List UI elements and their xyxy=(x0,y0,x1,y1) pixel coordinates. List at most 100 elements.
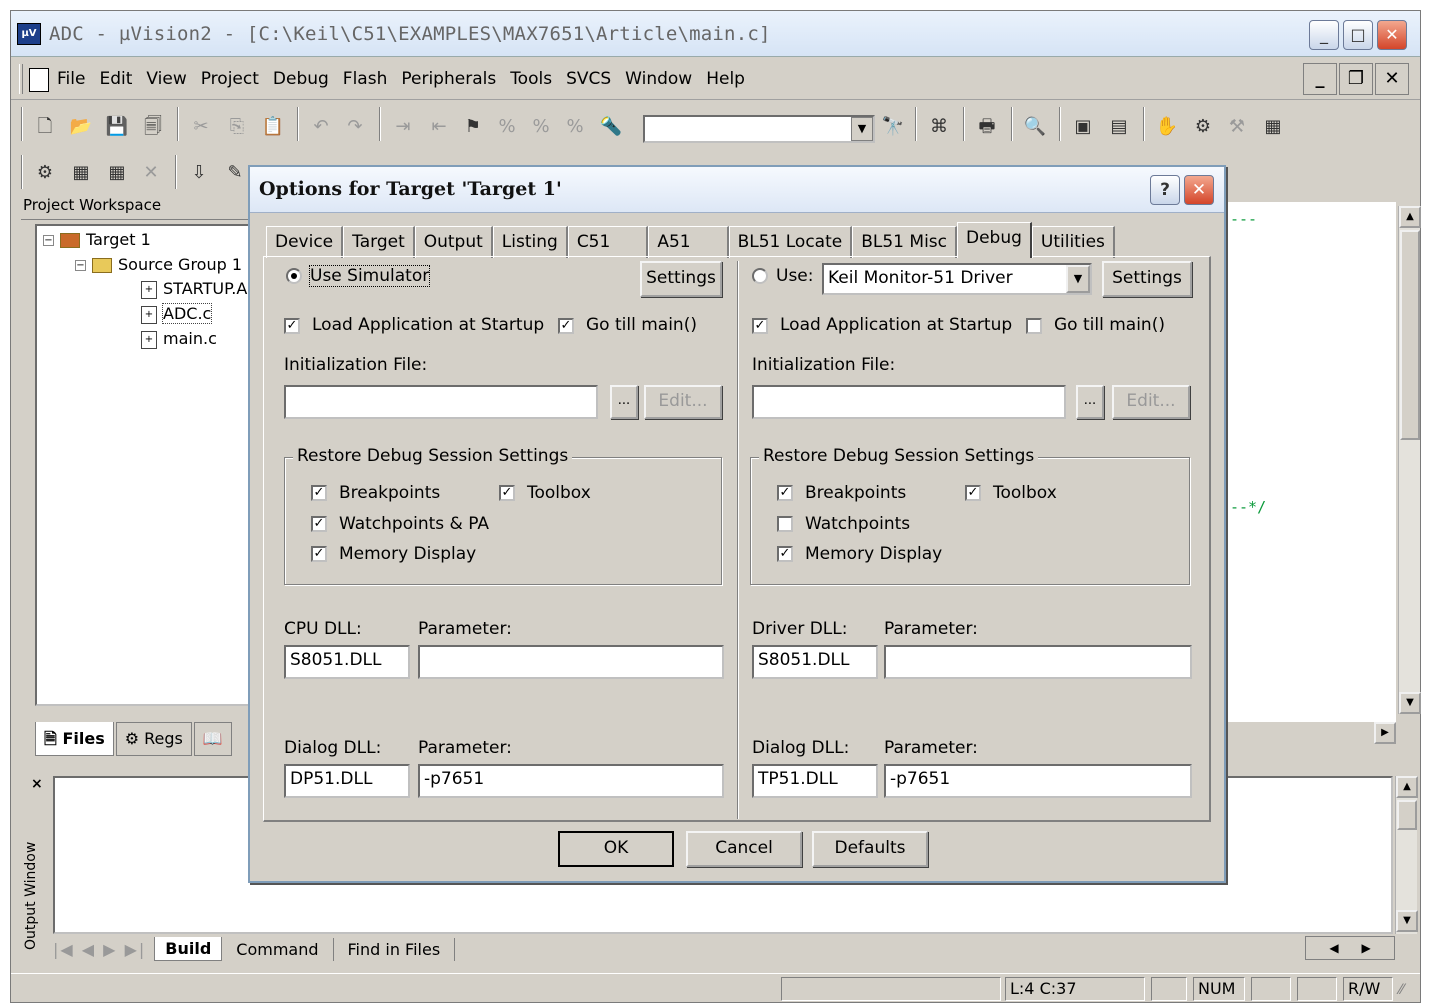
browse-icon[interactable]: ⌘ xyxy=(925,113,953,141)
clear-bookmarks-icon[interactable]: % xyxy=(561,113,589,141)
indent-icon[interactable]: ⇥ xyxy=(389,113,417,141)
load-app-checkbox-right[interactable]: ✓ xyxy=(752,318,768,334)
browse-button-left[interactable]: ... xyxy=(610,385,638,419)
mdi-minimize-button[interactable]: _ xyxy=(1303,63,1337,95)
toolbox-checkbox-right[interactable]: ✓ xyxy=(965,485,981,501)
use-simulator-radio[interactable] xyxy=(286,268,302,284)
cpu-param-input[interactable] xyxy=(418,645,724,679)
output-toggle-icon[interactable]: ▤ xyxy=(1105,113,1133,141)
tab-files[interactable]: 🗎 Files xyxy=(35,722,114,756)
workspace-toggle-icon[interactable]: ▣ xyxy=(1069,113,1097,141)
tools-icon[interactable]: ⚒ xyxy=(1223,113,1251,141)
chevron-down-icon[interactable]: ▼ xyxy=(1066,265,1090,293)
scroll-down-icon[interactable]: ▼ xyxy=(1396,910,1418,932)
tab-output[interactable]: Output xyxy=(414,226,493,258)
driver-select[interactable]: Keil Monitor-51 Driver ▼ xyxy=(822,263,1092,295)
scroll-right-icon[interactable]: ▶ xyxy=(1374,722,1396,744)
cut-icon[interactable]: ✂ xyxy=(187,113,215,141)
stop-build-icon[interactable]: ✕ xyxy=(137,159,165,187)
menu-view[interactable]: View xyxy=(146,69,186,89)
tab-utilities[interactable]: Utilities xyxy=(1031,226,1115,258)
tab-target[interactable]: Target xyxy=(343,226,415,258)
find-icon[interactable]: 🔭 xyxy=(879,113,907,141)
browse-button-right[interactable]: ... xyxy=(1076,385,1104,419)
cancel-button[interactable]: Cancel xyxy=(686,831,802,867)
bookmark-icon[interactable]: ⚑ xyxy=(459,113,487,141)
defaults-button[interactable]: Defaults xyxy=(812,831,928,867)
tab-books[interactable]: 📖 xyxy=(193,722,232,756)
dialog-close-button[interactable]: ✕ xyxy=(1184,175,1214,205)
breakpoints-checkbox-left[interactable]: ✓ xyxy=(311,485,327,501)
edit-button-left[interactable]: Edit... xyxy=(644,385,722,419)
go-main-checkbox-right[interactable] xyxy=(1026,318,1042,334)
breakpoints-checkbox-right[interactable]: ✓ xyxy=(777,485,793,501)
dialog-dll-input-right[interactable]: TP51.DLL xyxy=(752,764,878,798)
mdi-close-button[interactable]: ✕ xyxy=(1375,63,1409,95)
scroll-up-icon[interactable]: ▲ xyxy=(1399,206,1421,228)
driver-param-input[interactable] xyxy=(884,645,1192,679)
load-app-checkbox-left[interactable]: ✓ xyxy=(284,318,300,334)
memory-checkbox-right[interactable]: ✓ xyxy=(777,546,793,562)
copy-icon[interactable]: ⎘ xyxy=(223,113,251,141)
tab-device[interactable]: Device xyxy=(266,226,344,258)
redo-icon[interactable]: ↷ xyxy=(341,113,369,141)
target-options-icon[interactable]: ✎ xyxy=(221,159,249,187)
tab-bl51-locate[interactable]: BL51 Locate xyxy=(728,226,853,258)
tree-file-main[interactable]: + main.c xyxy=(141,329,217,349)
driver-settings-button[interactable]: Settings xyxy=(1102,261,1192,297)
tree-source-group[interactable]: − Source Group 1 xyxy=(75,255,242,274)
hand-icon[interactable]: ✋ xyxy=(1153,113,1181,141)
driver-dll-input[interactable]: S8051.DLL xyxy=(752,645,878,679)
editor-text-pane[interactable]: --- --*/ xyxy=(1226,202,1396,722)
load-icon[interactable]: ⇩ xyxy=(185,159,213,187)
menu-svcs[interactable]: SVCS xyxy=(566,69,611,89)
zoom-icon[interactable]: 🔍 xyxy=(1021,113,1049,141)
mdi-restore-button[interactable]: ❐ xyxy=(1339,63,1373,95)
maximize-button[interactable]: □ xyxy=(1343,20,1373,50)
undo-icon[interactable]: ↶ xyxy=(307,113,335,141)
find-combo[interactable]: ▼ xyxy=(643,115,875,143)
print-icon[interactable]: 🖶 xyxy=(973,113,1001,141)
toolbox-checkbox-left[interactable]: ✓ xyxy=(499,485,515,501)
scroll-thumb[interactable] xyxy=(1400,230,1420,440)
menu-flash[interactable]: Flash xyxy=(343,69,388,89)
tab-command[interactable]: Command xyxy=(222,937,334,961)
minimize-button[interactable]: _ xyxy=(1309,20,1339,50)
dialog-param-input-right[interactable]: -p7651 xyxy=(884,764,1192,798)
menu-window[interactable]: Window xyxy=(625,69,692,89)
save-all-icon[interactable]: 🗐 xyxy=(139,113,167,141)
memory-checkbox-left[interactable]: ✓ xyxy=(311,546,327,562)
menu-project[interactable]: Project xyxy=(201,69,259,89)
new-file-icon[interactable]: 🗋 xyxy=(31,113,59,141)
config-icon[interactable]: ⚙ xyxy=(1189,113,1217,141)
tree-file-startup[interactable]: + STARTUP.A xyxy=(141,279,247,299)
menu-tools[interactable]: Tools xyxy=(510,69,552,89)
dialog-dll-input-left[interactable]: DP51.DLL xyxy=(284,764,410,798)
menu-debug[interactable]: Debug xyxy=(273,69,329,89)
chevron-down-icon[interactable]: ▼ xyxy=(851,117,873,141)
cpu-dll-input[interactable]: S8051.DLL xyxy=(284,645,410,679)
tab-scroll-icons[interactable]: |◀ ◀ ▶ ▶| xyxy=(53,940,146,959)
go-main-checkbox-left[interactable]: ✓ xyxy=(558,318,574,334)
tab-build[interactable]: Build xyxy=(154,937,223,961)
use-driver-radio[interactable] xyxy=(752,268,768,284)
dialog-param-input-left[interactable]: -p7651 xyxy=(418,764,724,798)
menu-file[interactable]: File xyxy=(57,69,85,89)
edit-button-right[interactable]: Edit... xyxy=(1112,385,1190,419)
next-bookmark-icon[interactable]: % xyxy=(493,113,521,141)
rebuild-icon[interactable]: ▦ xyxy=(103,159,131,187)
help-button[interactable]: ? xyxy=(1150,175,1180,205)
output-close-icon[interactable]: × xyxy=(31,776,43,792)
prev-bookmark-icon[interactable]: % xyxy=(527,113,555,141)
tab-a51[interactable]: A51 xyxy=(648,226,729,258)
tab-bl51-misc[interactable]: BL51 Misc xyxy=(852,226,957,258)
compile-icon[interactable]: ⚙ xyxy=(31,159,59,187)
ok-button[interactable]: OK xyxy=(558,831,674,867)
tab-debug[interactable]: Debug xyxy=(957,222,1032,258)
scroll-thumb[interactable] xyxy=(1397,800,1417,830)
tab-regs[interactable]: ⚙ Regs xyxy=(115,722,192,756)
tab-listing[interactable]: Listing xyxy=(492,226,568,258)
tab-find-in-files[interactable]: Find in Files xyxy=(334,937,456,961)
watchpoints-checkbox-left[interactable]: ✓ xyxy=(311,516,327,532)
scroll-up-icon[interactable]: ▲ xyxy=(1396,776,1418,798)
